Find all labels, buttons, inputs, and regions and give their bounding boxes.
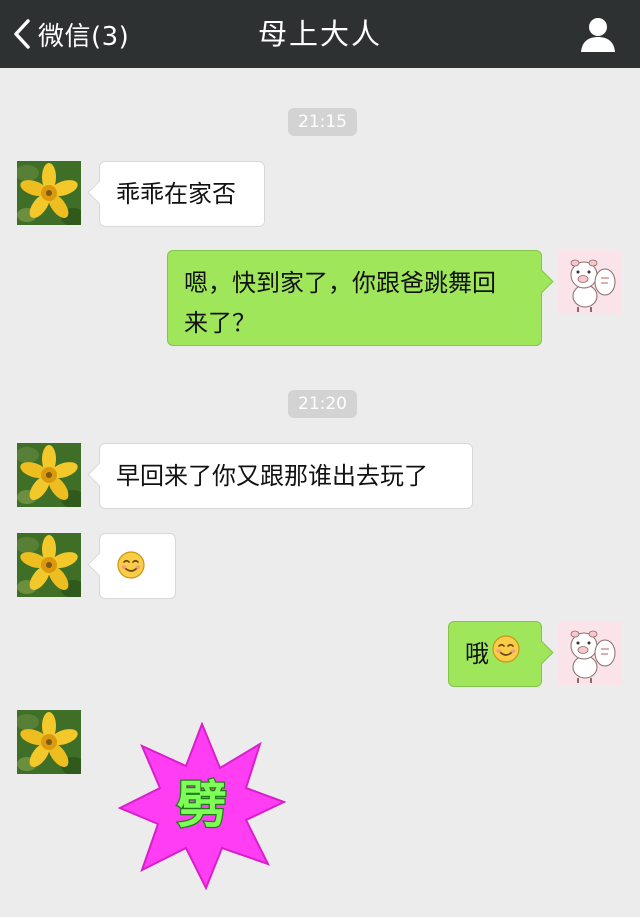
smiling-face-icon bbox=[116, 550, 146, 592]
my-avatar[interactable] bbox=[558, 250, 622, 314]
message-bubble-me[interactable]: 哦 bbox=[448, 621, 554, 687]
cartoon-pig-avatar-image bbox=[558, 621, 622, 685]
message-text: 哦 bbox=[465, 640, 489, 668]
chat-title: 母上大人 bbox=[257, 17, 382, 51]
flower-avatar-image bbox=[17, 710, 81, 774]
timestamp: 21:20 bbox=[288, 390, 357, 418]
contact-avatar[interactable] bbox=[17, 443, 81, 507]
message-text: 早回来了你又跟那谁出去玩了 bbox=[116, 462, 428, 490]
message-bubble-contact[interactable]: 早回来了你又跟那谁出去玩了 bbox=[87, 443, 473, 509]
flower-avatar-image bbox=[17, 443, 81, 507]
contact-avatar[interactable] bbox=[17, 161, 81, 225]
message-bubble-me[interactable]: 嗯，快到家了，你跟爸跳舞回 来了？ bbox=[167, 250, 554, 346]
person-icon bbox=[581, 18, 615, 52]
contact-avatar[interactable] bbox=[17, 710, 81, 774]
timestamp: 21:15 bbox=[288, 108, 357, 136]
flower-avatar-image bbox=[17, 161, 81, 225]
nav-bar: 微信(3) 母上大人 bbox=[0, 0, 640, 68]
message-text-line-1: 嗯，快到家了，你跟爸跳舞回 bbox=[184, 269, 496, 297]
sticker-text: 劈 bbox=[177, 776, 227, 834]
message-text: 乖乖在家否 bbox=[116, 180, 236, 208]
message-bubble-contact[interactable] bbox=[87, 533, 176, 599]
sticker-message[interactable]: 劈 bbox=[117, 721, 287, 891]
message-bubble-contact[interactable]: 乖乖在家否 bbox=[87, 161, 265, 227]
message-text-line-2: 来了？ bbox=[184, 309, 256, 337]
contact-avatar[interactable] bbox=[17, 533, 81, 597]
cartoon-pig-avatar-image bbox=[558, 250, 622, 314]
flower-avatar-image bbox=[17, 533, 81, 597]
my-avatar[interactable] bbox=[558, 621, 622, 685]
chat-info-button[interactable] bbox=[578, 14, 618, 54]
smiling-face-icon bbox=[491, 634, 521, 676]
starburst-sticker: 劈 bbox=[117, 721, 287, 891]
